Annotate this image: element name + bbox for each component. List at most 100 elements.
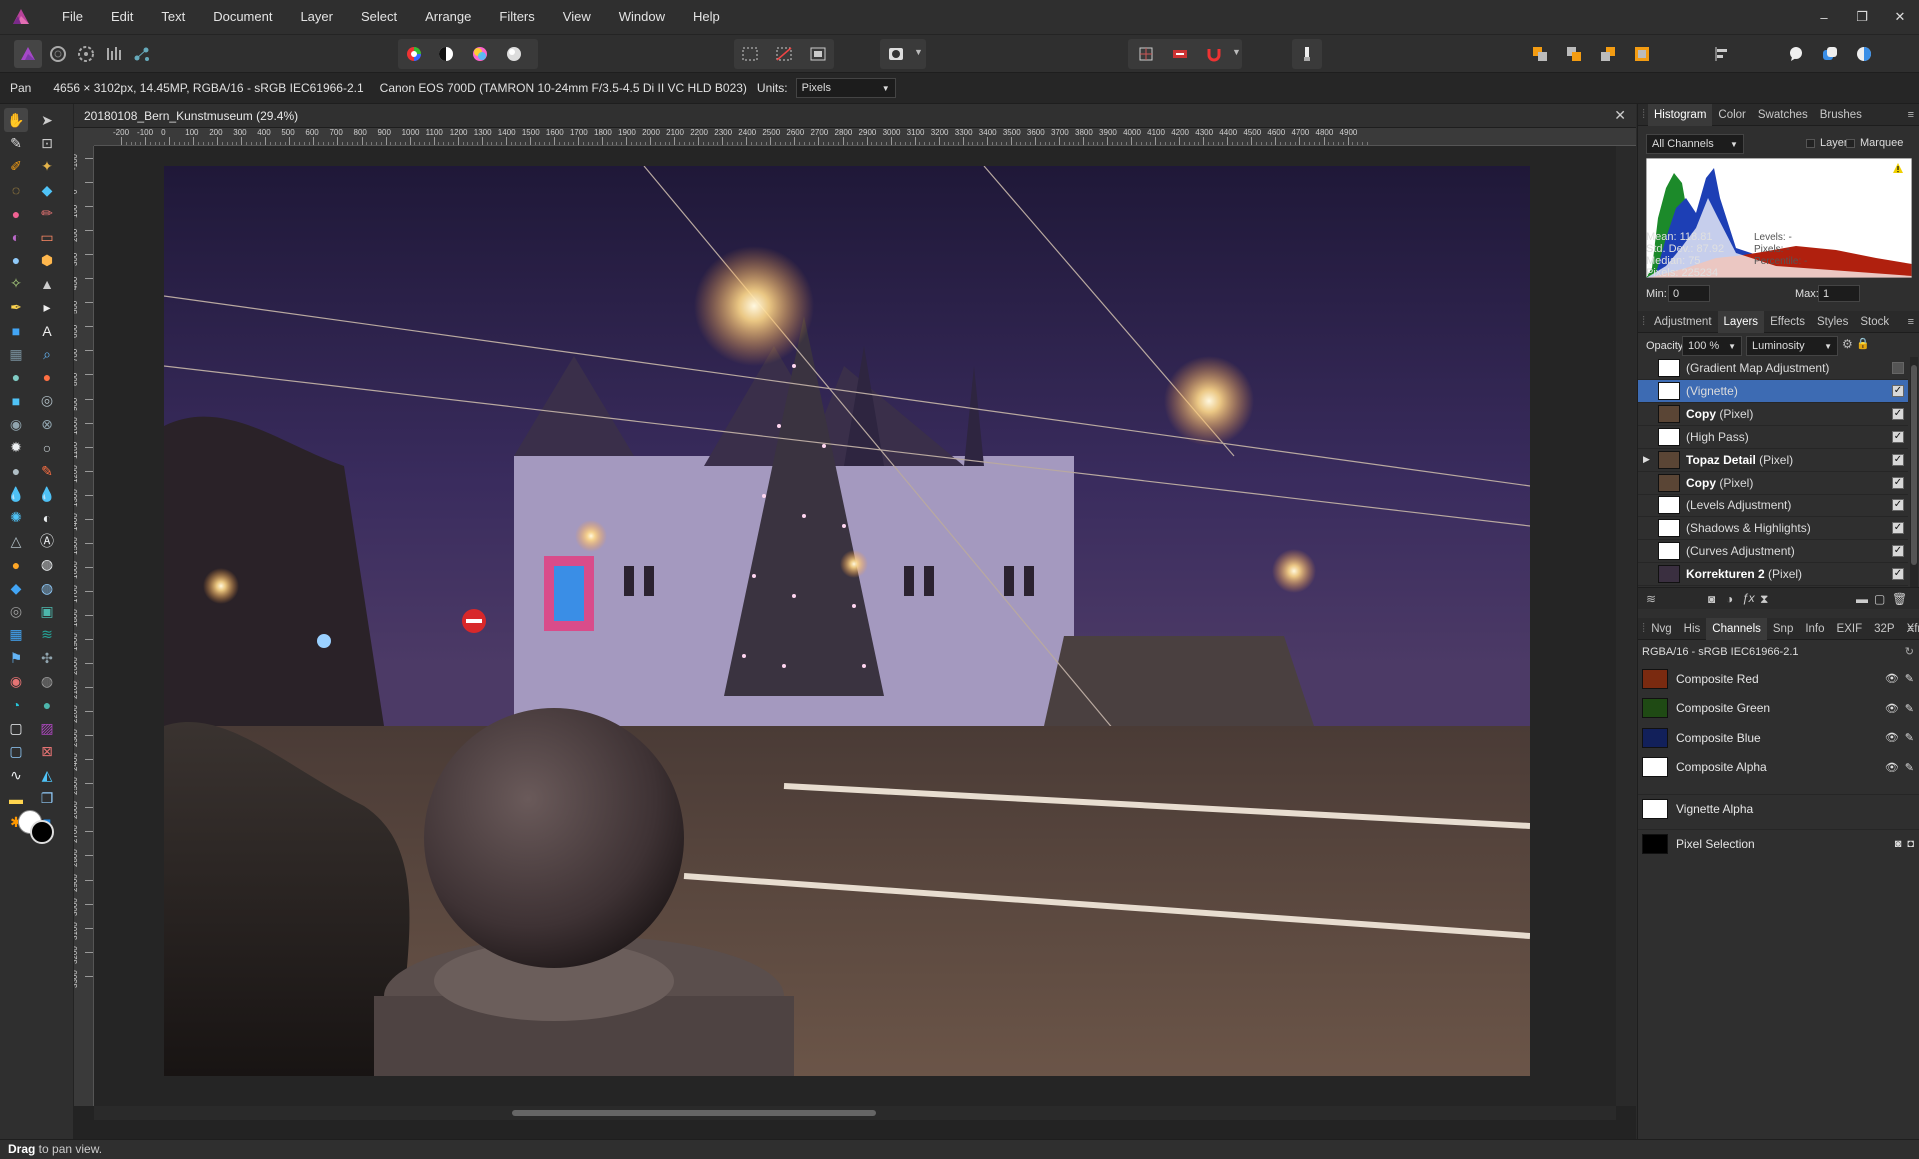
wave-icon[interactable]: ≋ (35, 623, 59, 647)
menu-arrange[interactable]: Arrange (411, 0, 485, 34)
channel-row[interactable]: Composite Green 👁 ✎ (1638, 694, 1919, 723)
rounded-square-icon[interactable]: ▢ (4, 740, 28, 764)
channel-row[interactable]: Composite Blue 👁 ✎ (1638, 723, 1919, 752)
menu-select[interactable]: Select (347, 0, 411, 34)
tab-layers[interactable]: Layers (1717, 310, 1765, 333)
sphere-icon[interactable]: ● (4, 365, 28, 389)
tab-his[interactable]: His (1678, 618, 1707, 640)
ball-icon[interactable]: ● (35, 693, 59, 717)
mask-icon[interactable]: ◙ (1895, 838, 1902, 850)
eye-icon[interactable]: 👁 (1885, 672, 1899, 685)
color-picker-icon[interactable] (1850, 40, 1878, 68)
clone-icon[interactable]: ⬢ (35, 248, 59, 272)
layer-visibility-checkbox[interactable] (1892, 362, 1904, 374)
arrange-back-icon[interactable] (1526, 40, 1554, 68)
square-icon[interactable]: ▢ (4, 716, 28, 740)
dial-icon[interactable]: ◍ (35, 670, 59, 694)
tab-brushes[interactable]: Brushes (1814, 104, 1868, 126)
snapping-magnet-icon[interactable] (1200, 40, 1228, 68)
tab-color[interactable]: Color (1712, 104, 1751, 126)
panel-menu-icon[interactable]: ≡ (1908, 618, 1914, 640)
cube-icon[interactable]: ■ (4, 389, 28, 413)
pencil-icon[interactable]: ✎ (1905, 761, 1914, 774)
flood-select-icon[interactable]: ✦ (35, 155, 59, 179)
panel-menu-icon[interactable]: ≡ (1908, 104, 1914, 126)
folder-icon[interactable]: ▬ (1856, 592, 1868, 606)
layer-row[interactable]: (Gradient Map Adjustment) (1638, 357, 1908, 380)
grid-icon[interactable] (1132, 40, 1160, 68)
fx-icon[interactable]: ƒx (1742, 591, 1755, 605)
develop-persona-icon[interactable] (72, 40, 100, 68)
horizontal-scroll-thumb[interactable] (512, 1110, 876, 1116)
tab-stock[interactable]: Stock (1854, 311, 1895, 333)
orange-icon[interactable]: ● (4, 553, 28, 577)
erase-icon[interactable]: ▭ (35, 225, 59, 249)
auto-white-balance-icon[interactable] (500, 40, 528, 68)
background-color-swatch[interactable] (30, 820, 54, 844)
globe-icon[interactable]: ◍ (35, 576, 59, 600)
adjustment-icon[interactable]: ◑ (1726, 592, 1733, 606)
horizontal-scrollbar[interactable] (94, 1106, 1616, 1120)
pencil-icon[interactable]: ✎ (1905, 672, 1914, 685)
panel-menu-icon[interactable]: ≡ (1908, 311, 1914, 333)
channel-row[interactable]: Vignette Alpha (1638, 794, 1919, 823)
triangle-icon[interactable]: △ (4, 529, 28, 553)
channel-select[interactable]: All Channels ▼ (1646, 134, 1744, 154)
personas-speech-icon[interactable] (1782, 40, 1810, 68)
mask-icon[interactable]: ◙ (1708, 592, 1715, 606)
drop-icon[interactable]: 💧 (4, 482, 28, 506)
mesh-warp-icon[interactable]: ▦ (4, 342, 28, 366)
layer-row[interactable]: ▶ Topaz Detail (Pixel) ✓ (1638, 449, 1908, 472)
layer-visibility-checkbox[interactable]: ✓ (1892, 430, 1904, 443)
tab-info[interactable]: Info (1799, 618, 1830, 640)
menu-view[interactable]: View (549, 0, 605, 34)
photo-canvas[interactable] (164, 166, 1530, 1076)
rectangle-icon[interactable]: ■ (4, 319, 28, 343)
flood-fill-icon[interactable]: ◆ (35, 178, 59, 202)
tab-channels[interactable]: Channels (1706, 617, 1767, 640)
menu-layer[interactable]: Layer (286, 0, 347, 34)
marquee-checkbox[interactable] (1846, 139, 1855, 148)
crop-icon[interactable]: ⊡ (35, 131, 59, 155)
disc-icon[interactable]: ◉ (4, 412, 28, 436)
layer-row[interactable]: Copy (Pixel) ✓ (1638, 403, 1908, 426)
channel-row[interactable]: Composite Red 👁 ✎ (1638, 664, 1919, 693)
layer-visibility-checkbox[interactable]: ✓ (1892, 384, 1904, 397)
ring-icon[interactable]: ◎ (35, 389, 59, 413)
hand-icon[interactable]: ✋ (4, 108, 28, 132)
panel-grip-icon[interactable]: ⁞ (1638, 623, 1645, 635)
menu-edit[interactable]: Edit (97, 0, 147, 34)
layer-row[interactable]: (Levels Adjustment) ✓ (1638, 494, 1908, 518)
photo-persona-icon[interactable] (14, 40, 42, 68)
puzzle-icon[interactable]: ✣ (35, 646, 59, 670)
tab-adjustment[interactable]: Adjustment (1648, 311, 1718, 333)
layers-view-icon[interactable] (1816, 40, 1844, 68)
eye-icon[interactable]: 👁 (1885, 761, 1899, 774)
orb-icon[interactable]: ● (35, 365, 59, 389)
document-tab[interactable]: 20180108_Bern_Kunstmuseum (29.4%) ✕ (74, 104, 1636, 128)
layer-visibility-checkbox[interactable]: ✓ (1892, 545, 1904, 558)
blob-icon[interactable]: ● (4, 459, 28, 483)
selection-brush-icon[interactable]: ✐ (4, 155, 28, 179)
sharpen-icon[interactable]: ▲ (35, 272, 59, 296)
panel-grip-icon[interactable]: ⁞ (1638, 109, 1648, 121)
eye-icon[interactable]: 👁 (1885, 702, 1899, 715)
menu-window[interactable]: Window (605, 0, 679, 34)
marquee-selection-icon[interactable] (736, 40, 764, 68)
arrange-backward-icon[interactable] (1560, 40, 1588, 68)
color-replace-icon[interactable]: ◐ (4, 225, 28, 249)
layer-visibility-checkbox[interactable]: ✓ (1892, 522, 1904, 535)
color-picker-tool-icon[interactable]: ✎ (4, 131, 28, 155)
pencil-icon[interactable]: ✎ (1905, 702, 1914, 715)
paint-brush-icon[interactable]: ● (4, 202, 28, 226)
node-icon[interactable]: ▸ (35, 295, 59, 319)
layer-visibility-checkbox[interactable]: ✓ (1892, 407, 1904, 420)
pen-icon[interactable]: ✒ (4, 295, 28, 319)
a-circle-icon[interactable]: Ⓐ (35, 529, 59, 553)
tab-swatches[interactable]: Swatches (1752, 104, 1814, 126)
assistant-icon[interactable] (1166, 40, 1194, 68)
record-icon[interactable]: ◉ (4, 670, 28, 694)
swirl-icon[interactable]: ◍ (35, 553, 59, 577)
sponge-icon[interactable]: ✧ (4, 272, 28, 296)
pie-icon[interactable]: ◔ (4, 693, 28, 717)
